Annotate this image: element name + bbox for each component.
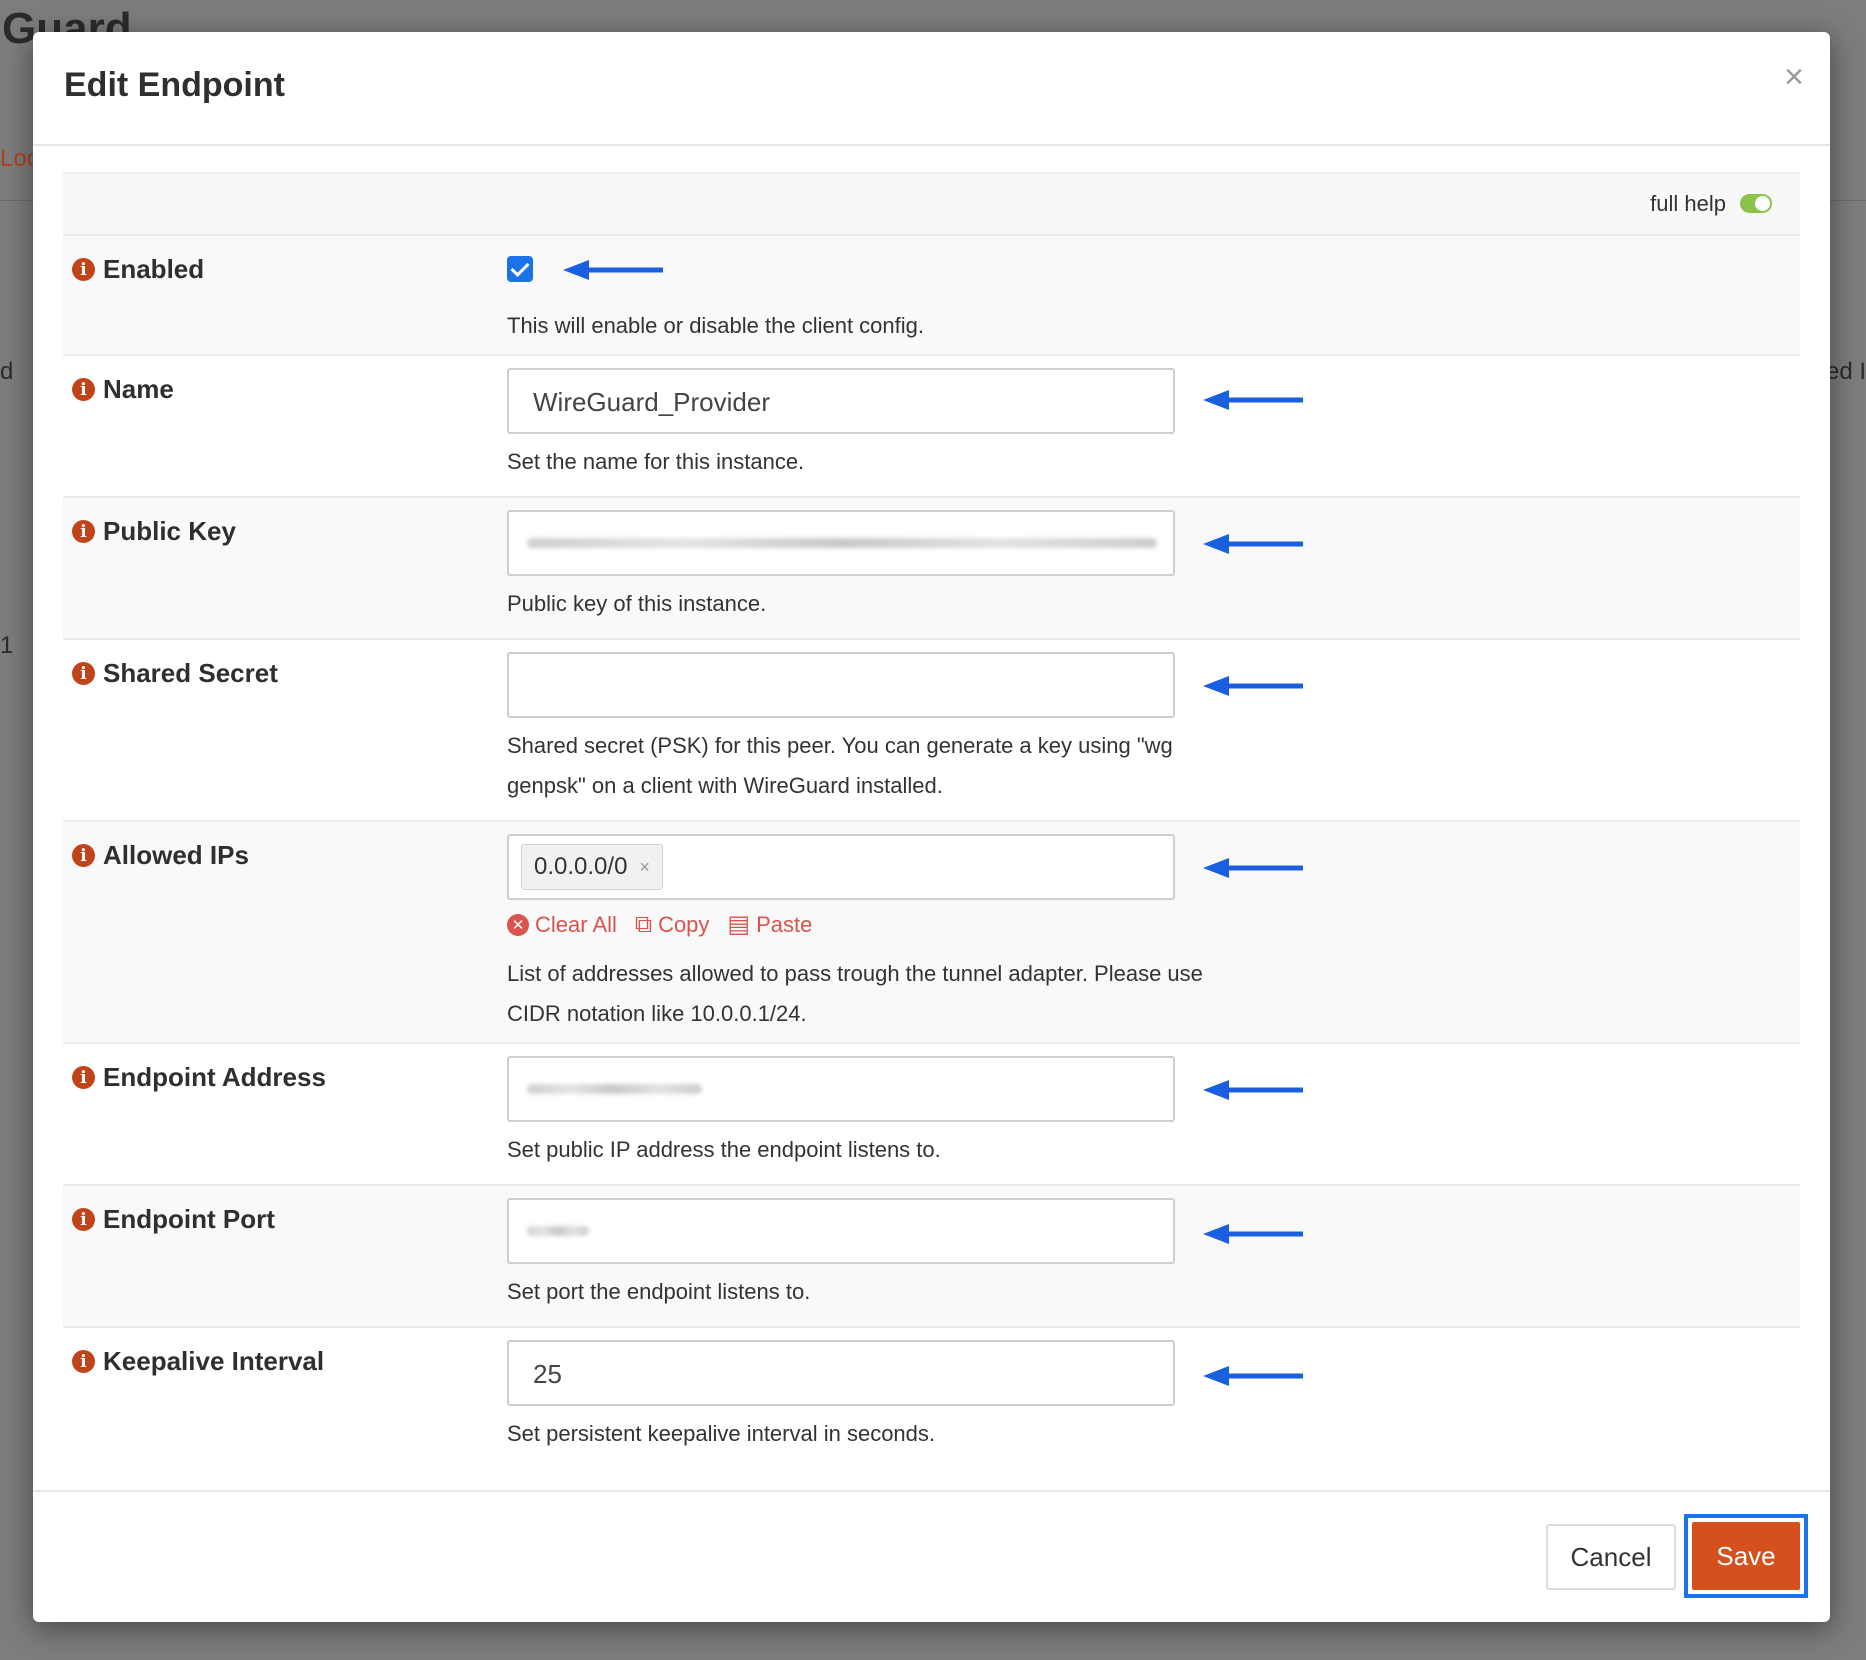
row-name: i Name WireGuard_Provider Set the name fo…: [63, 356, 1800, 498]
row-allowed-ips: i Allowed IPs 0.0.0.0/0 × ✕ Clear All ⧉ Copy…: [63, 822, 1800, 1044]
row-shared-secret: i Shared Secret Shared secret (PSK) for t…: [63, 640, 1800, 822]
cancel-button[interactable]: Cancel: [1546, 1524, 1676, 1590]
keepalive-input[interactable]: 25: [507, 1340, 1175, 1406]
arrow-left-icon: [1203, 534, 1303, 554]
public-key-input[interactable]: [507, 510, 1175, 576]
allowed-ips-input[interactable]: 0.0.0.0/0 ×: [507, 834, 1175, 900]
name-input[interactable]: WireGuard_Provider: [507, 368, 1175, 434]
allowed-ips-tools: ✕ Clear All ⧉ Copy ▤ Paste: [507, 910, 812, 939]
paste-button[interactable]: ▤ Paste: [727, 910, 812, 939]
allowed-ip-tag: 0.0.0.0/0 ×: [521, 844, 663, 890]
arrow-left-icon: [1203, 1366, 1303, 1386]
copy-icon: ⧉: [634, 910, 653, 938]
modal-footer: Cancel Save: [33, 1490, 1830, 1622]
background-fragment: 1: [0, 632, 14, 659]
background-fragment: ed I: [1825, 358, 1866, 385]
info-icon[interactable]: i: [72, 1350, 95, 1373]
full-help-label: full help: [1650, 191, 1726, 216]
arrow-left-icon: [1203, 676, 1303, 696]
paste-icon: ▤: [727, 911, 751, 938]
enabled-checkbox[interactable]: [507, 256, 533, 282]
arrow-left-icon: [1203, 1080, 1303, 1100]
tag-remove-icon[interactable]: ×: [639, 857, 650, 878]
public-key-label: i Public Key: [72, 516, 236, 547]
modal-title: Edit Endpoint: [64, 66, 285, 104]
redacted-value: [527, 1084, 702, 1094]
keepalive-help: Set persistent keepalive interval in sec…: [507, 1421, 936, 1446]
clear-icon: ✕: [507, 913, 529, 936]
name-label: i Name: [72, 374, 174, 405]
enabled-label: i Enabled: [72, 254, 204, 285]
row-keepalive: i Keepalive Interval 25 Set persistent ke…: [63, 1328, 1800, 1468]
name-help: Set the name for this instance.: [507, 449, 805, 474]
info-icon[interactable]: i: [72, 1208, 95, 1231]
endpoint-address-label: i Endpoint Address: [72, 1062, 326, 1093]
arrow-left-icon: [563, 260, 663, 280]
endpoint-port-label: i Endpoint Port: [72, 1204, 275, 1235]
info-icon[interactable]: i: [72, 1066, 95, 1089]
info-icon[interactable]: i: [72, 520, 95, 543]
keepalive-label: i Keepalive Interval: [72, 1346, 324, 1377]
endpoint-address-input[interactable]: [507, 1056, 1175, 1122]
full-help-toggle[interactable]: [1740, 194, 1772, 213]
modal-header: Edit Endpoint ×: [33, 32, 1830, 146]
allowed-ips-help: List of addresses allowed to pass trough…: [507, 961, 1203, 1026]
save-button[interactable]: Save: [1692, 1522, 1800, 1590]
allowed-ips-label: i Allowed IPs: [72, 840, 249, 871]
row-enabled: i Enabled This will enable or disable the…: [63, 236, 1800, 356]
shared-secret-input[interactable]: [507, 652, 1175, 718]
info-icon[interactable]: i: [72, 844, 95, 867]
keepalive-value: 25: [533, 1359, 562, 1389]
endpoint-port-help: Set port the endpoint listens to.: [507, 1279, 811, 1304]
shared-secret-label: i Shared Secret: [72, 658, 278, 689]
clear-all-button[interactable]: ✕ Clear All: [507, 910, 617, 939]
redacted-value: [527, 1226, 589, 1236]
info-icon[interactable]: i: [72, 662, 95, 685]
copy-button[interactable]: ⧉ Copy: [635, 910, 710, 939]
arrow-left-icon: [1203, 1224, 1303, 1244]
redacted-value: [527, 538, 1157, 548]
enabled-help: This will enable or disable the client c…: [507, 313, 925, 338]
arrow-left-icon: [1203, 390, 1303, 410]
row-public-key: i Public Key Public key of this instance.: [63, 498, 1800, 640]
row-endpoint-port: i Endpoint Port Set port the endpoint lis…: [63, 1186, 1800, 1328]
full-help-row: full help: [63, 172, 1800, 236]
shared-secret-help: Shared secret (PSK) for this peer. You c…: [507, 733, 1173, 798]
arrow-left-icon: [1203, 858, 1303, 878]
close-icon[interactable]: ×: [1784, 60, 1804, 94]
endpoint-port-input[interactable]: [507, 1198, 1175, 1264]
endpoint-form: full help i Enabled This will enable or d…: [63, 172, 1800, 1468]
name-value: WireGuard_Provider: [533, 387, 770, 417]
save-button-focus-ring: Save: [1684, 1514, 1808, 1598]
row-endpoint-address: i Endpoint Address Set public IP address …: [63, 1044, 1800, 1186]
edit-endpoint-modal: Edit Endpoint × full help i Enabled This …: [33, 32, 1830, 1622]
public-key-help: Public key of this instance.: [507, 591, 767, 616]
endpoint-address-help: Set public IP address the endpoint liste…: [507, 1137, 941, 1162]
background-fragment: d: [0, 358, 14, 385]
info-icon[interactable]: i: [72, 378, 95, 401]
info-icon[interactable]: i: [72, 258, 95, 281]
